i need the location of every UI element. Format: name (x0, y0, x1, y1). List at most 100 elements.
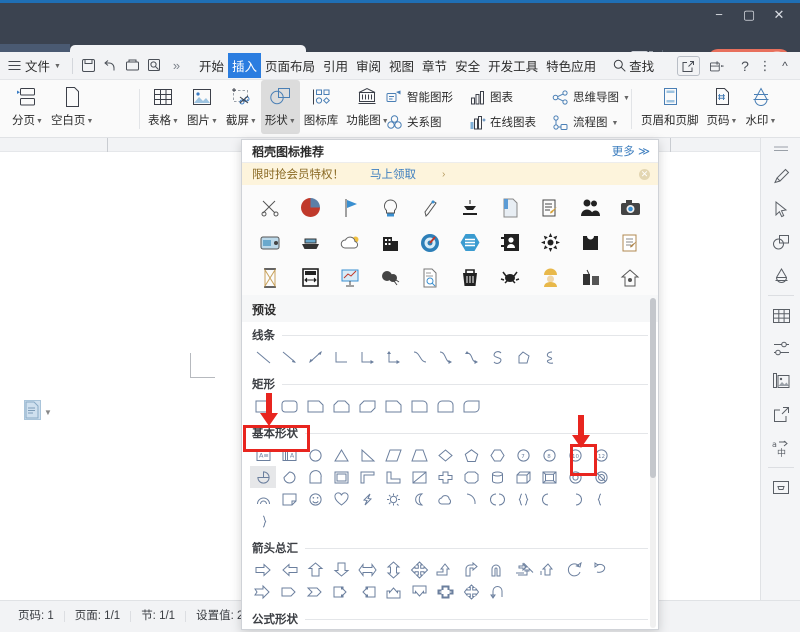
table-tool-icon[interactable] (761, 299, 800, 332)
shape-left-bracket[interactable] (484, 488, 510, 510)
watermark-tool-icon[interactable] (761, 259, 800, 292)
shape-line[interactable] (250, 346, 276, 368)
shape-line-arrow[interactable] (276, 346, 302, 368)
highlighter-pen-icon[interactable] (761, 160, 800, 193)
shape-elbow-connector[interactable] (328, 346, 354, 368)
shape-snip-same-side-corner[interactable] (328, 395, 354, 417)
share-export-icon[interactable] (761, 398, 800, 431)
shape-snip-diagonal-corner[interactable] (354, 395, 380, 417)
ribbon-tab-7[interactable]: 安全 (451, 53, 484, 78)
ribbon-tab-2[interactable]: 页面布局 (261, 53, 319, 78)
shape-right-brace[interactable] (562, 488, 588, 510)
worker-icon[interactable] (530, 260, 570, 295)
status-page-number[interactable]: 页码: 1 (8, 610, 65, 623)
shape-right-arrow-callout[interactable] (328, 581, 354, 603)
flag-icon[interactable] (330, 190, 370, 225)
shape-left-brace[interactable] (510, 488, 536, 510)
shape-scribble[interactable] (536, 346, 562, 368)
shape-round-single-corner[interactable] (406, 395, 432, 417)
ribbon-tab-1[interactable]: 插入 (227, 53, 261, 78)
ribbon-item-mindmap[interactable]: 思维导图 ▼ (549, 85, 633, 110)
status-section[interactable]: 节: 1/1 (131, 610, 187, 623)
lightbulb-icon[interactable] (370, 190, 410, 225)
save-icon[interactable] (80, 57, 97, 74)
shape-bent-arrow[interactable] (458, 559, 484, 581)
undo-icon[interactable] (102, 57, 119, 74)
shape-diamond[interactable] (432, 444, 458, 466)
building-icon[interactable] (370, 225, 410, 260)
shape-elbow-arrow[interactable] (354, 346, 380, 368)
select-cursor-icon[interactable] (761, 193, 800, 226)
shape-double-bracket[interactable] (588, 488, 614, 510)
file-menu-button[interactable]: 文件 ▼ (0, 56, 68, 75)
shape-heptagon[interactable]: 7 (510, 444, 536, 466)
shape-cube[interactable] (510, 466, 536, 488)
ribbon-item-watermark[interactable]: 水印 ▼ (741, 80, 780, 136)
ribbon-item-flowchart[interactable]: 流程图 ▼ (549, 110, 633, 135)
target-icon[interactable] (410, 225, 450, 260)
shape-double-brace[interactable] (250, 510, 276, 532)
scrollbar-thumb[interactable] (650, 298, 656, 478)
shape-round-same-side-corner[interactable] (432, 395, 458, 417)
archive-icon[interactable] (761, 471, 800, 504)
minimize-button[interactable]: − (704, 5, 734, 23)
ribbon-item-online-chart[interactable]: 在线图表 (466, 110, 539, 135)
shape-striped-right-arrow[interactable] (536, 559, 562, 581)
shape-smiley-face[interactable] (302, 488, 328, 510)
shape-cloud[interactable] (432, 488, 458, 510)
shape-teardrop[interactable] (276, 466, 302, 488)
doc-icon-caret[interactable]: ▼ (44, 408, 52, 417)
shape-snip-round-corner[interactable] (380, 395, 406, 417)
ship-icon[interactable] (290, 225, 330, 260)
shape-lightning-bolt[interactable] (354, 488, 380, 510)
hourglass-icon[interactable] (250, 260, 290, 295)
ribbon-item-shapes[interactable]: 形状 ▼ (260, 80, 300, 134)
scissors-icon[interactable] (250, 190, 290, 225)
pie-chart-icon[interactable] (290, 190, 330, 225)
shape-corner[interactable] (380, 466, 406, 488)
ribbon-item-chart[interactable]: 图表 (466, 85, 539, 110)
contact-book-icon[interactable] (490, 225, 530, 260)
shape-snip-single-corner[interactable] (302, 395, 328, 417)
shape-curve-connector[interactable] (406, 346, 432, 368)
pen-icon[interactable] (410, 190, 450, 225)
shapes-tool-icon[interactable] (761, 226, 800, 259)
paragraph-doc-icon[interactable] (24, 400, 41, 420)
crab-icon[interactable] (490, 260, 530, 295)
redo-icon[interactable] (124, 57, 141, 74)
home-lock-icon[interactable] (610, 260, 650, 295)
bag-icon[interactable] (570, 225, 610, 260)
shape-arc[interactable] (250, 488, 276, 510)
doc-search-icon[interactable] (410, 260, 450, 295)
shape-quad-arrow-callout[interactable] (432, 581, 458, 603)
note-edit-icon[interactable] (610, 225, 650, 260)
shape-circular-arrow[interactable] (562, 559, 588, 581)
shape-left-arrow-callout[interactable] (354, 581, 380, 603)
fountain-icon[interactable] (450, 190, 490, 225)
ribbon-item-picture[interactable]: 图片 ▼ (183, 80, 222, 136)
shape-up-down-arrow[interactable] (380, 559, 406, 581)
camera-icon[interactable] (610, 190, 650, 225)
shape-curve-double-arrow[interactable] (458, 346, 484, 368)
shape-octagon[interactable]: 8 (536, 444, 562, 466)
shape-chord[interactable] (302, 466, 328, 488)
ribbon-item-page-break[interactable]: 分页 ▼ (8, 80, 47, 136)
shape-down-arrow[interactable] (328, 559, 354, 581)
help-icon[interactable]: ? (734, 56, 756, 76)
ribbon-item-screenshot[interactable]: 截屏 ▼ (222, 80, 261, 136)
shape-parallelogram[interactable] (380, 444, 406, 466)
maximize-button[interactable]: ▢ (734, 5, 764, 23)
cowork-icon[interactable] (702, 56, 732, 76)
shape-pie[interactable] (250, 466, 276, 488)
shape-u-turn-arrow[interactable] (484, 559, 510, 581)
shape-left-right-arrow[interactable] (354, 559, 380, 581)
shape-folded-corner[interactable] (276, 488, 302, 510)
shape-notched-right-arrow[interactable] (250, 581, 276, 603)
wallet-icon[interactable] (250, 225, 290, 260)
growth-chart-icon[interactable] (330, 260, 370, 295)
shape-bevel[interactable] (536, 466, 562, 488)
shape-regular-pentagon-plaque[interactable] (458, 466, 484, 488)
ribbon-tab-5[interactable]: 视图 (385, 53, 418, 78)
shape-quad-arrow[interactable] (406, 559, 432, 581)
ribbon-item-icon-library[interactable]: 图标库 (300, 80, 343, 136)
